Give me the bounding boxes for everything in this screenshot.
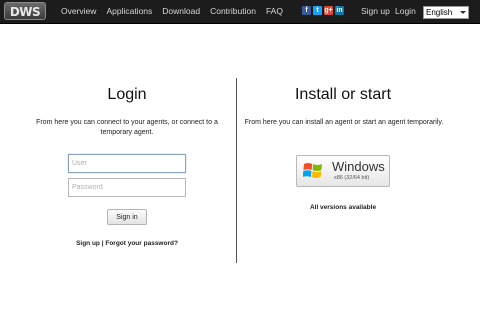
user-input[interactable] — [68, 154, 186, 173]
install-title: Install or start — [294, 86, 392, 103]
nav-overview[interactable]: Overview — [61, 0, 96, 23]
windows-arch-label: x86 (32/64 bit) — [334, 175, 370, 181]
top-navigation-bar: DWS Overview Applications Download Contr… — [0, 0, 480, 24]
windows-label: Windows — [332, 159, 385, 174]
nav-contribution[interactable]: Contribution — [210, 0, 256, 23]
signup-account-link[interactable]: Sign up — [76, 240, 100, 247]
forgot-password-link[interactable]: Forgot your password? — [105, 240, 178, 247]
all-versions-link[interactable]: All versions available — [236, 204, 450, 211]
facebook-icon[interactable]: f — [302, 6, 311, 15]
login-title: Login — [107, 86, 147, 103]
social-links: f t g+ in — [302, 6, 344, 15]
nav-faq[interactable]: FAQ — [266, 0, 283, 23]
column-divider — [236, 78, 237, 263]
dws-logo[interactable]: DWS — [4, 2, 46, 20]
nav-applications[interactable]: Applications — [106, 0, 152, 23]
login-description: From here you can connect to your agents… — [36, 119, 218, 136]
windows-download-button[interactable]: Windows x86 (32/64 bit) — [296, 155, 390, 187]
language-selected-value: English — [426, 8, 453, 17]
language-select[interactable]: English — [423, 6, 469, 19]
nav-download[interactable]: Download — [162, 0, 200, 23]
signup-link[interactable]: Sign up — [361, 0, 390, 23]
login-link[interactable]: Login — [395, 0, 416, 23]
windows-logo-icon — [303, 163, 322, 178]
main-nav: Overview Applications Download Contribut… — [61, 0, 293, 23]
google-plus-icon[interactable]: g+ — [324, 6, 333, 15]
twitter-icon[interactable]: t — [313, 6, 322, 15]
linkedin-icon[interactable]: in — [335, 6, 344, 15]
install-description: From here you can install an agent or st… — [244, 119, 444, 126]
chevron-down-icon — [460, 11, 466, 14]
signin-button[interactable]: Sign in — [107, 209, 147, 225]
password-input[interactable] — [68, 178, 186, 197]
account-links: Sign up | Forgot your password? — [0, 240, 254, 247]
